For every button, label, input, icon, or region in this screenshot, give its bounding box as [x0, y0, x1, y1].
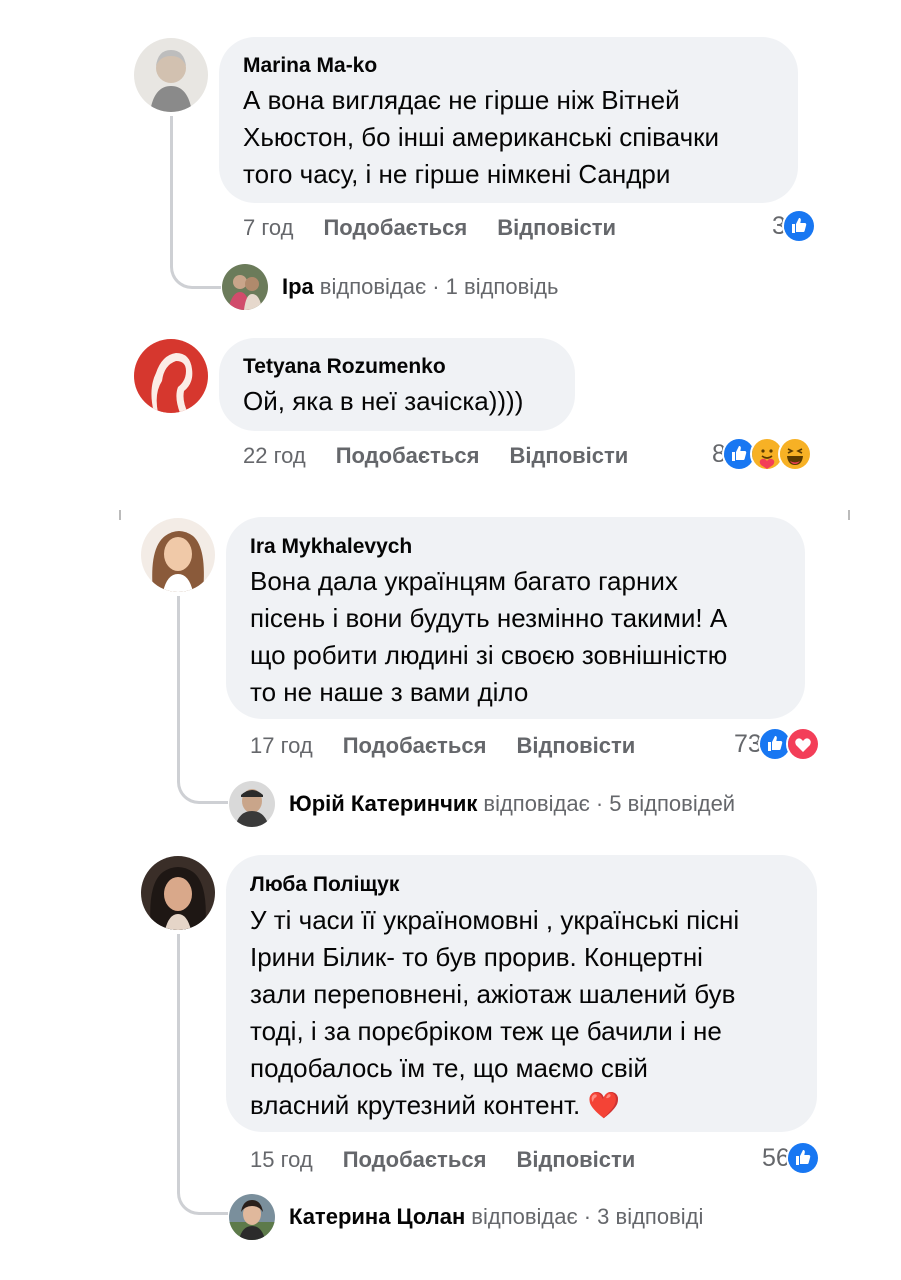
reply-thread-line [170, 116, 221, 289]
reply-summary[interactable]: Катерина Цолан відповідає · 3 відповіді [229, 1194, 703, 1240]
divider [119, 510, 121, 520]
reaction-count[interactable]: 3 [772, 209, 816, 243]
reply-count: · 1 відповідь [432, 274, 559, 299]
comment-author[interactable]: Tetyana Rozumenko [243, 355, 446, 379]
avatar [222, 264, 268, 310]
comment-author[interactable]: Люба Поліщук [250, 873, 399, 897]
comment-actions: 17 год Подобається Відповісти [250, 733, 635, 759]
avatar[interactable] [134, 339, 208, 413]
love-reaction-icon [785, 727, 820, 761]
divider [848, 510, 850, 520]
reply-button[interactable]: Відповісти [497, 215, 616, 240]
reply-verb: відповідає [471, 1204, 578, 1229]
reaction-count[interactable]: 73 [734, 727, 820, 761]
comment-time[interactable]: 7 год [243, 215, 293, 240]
comment-text: У ті часи її україномовні , українські п… [250, 905, 740, 1120]
reply-author: Катерина Цолан [289, 1204, 466, 1229]
like-reaction-icon [785, 1141, 820, 1175]
reply-button[interactable]: Відповісти [516, 733, 635, 758]
avatar[interactable] [141, 518, 215, 592]
reply-verb: відповідає [483, 791, 590, 816]
haha-reaction-icon [777, 437, 812, 471]
like-button[interactable]: Подобається [336, 443, 480, 468]
like-reaction-icon [781, 209, 816, 243]
reply-thread-line [177, 934, 228, 1215]
like-button[interactable]: Подобається [343, 1147, 487, 1172]
reply-summary[interactable]: Іра відповідає · 1 відповідь [222, 264, 558, 310]
comment-actions: 22 год Подобається Відповісти [243, 443, 628, 469]
reply-thread-line [177, 596, 228, 804]
avatar[interactable] [141, 856, 215, 930]
reaction-count[interactable]: 8 [712, 437, 812, 471]
comment-actions: 15 год Подобається Відповісти [250, 1147, 635, 1173]
like-button[interactable]: Подобається [323, 215, 467, 240]
like-button[interactable]: Подобається [343, 733, 487, 758]
reply-button[interactable]: Відповісти [509, 443, 628, 468]
avatar [229, 781, 275, 827]
reaction-count[interactable]: 56 [762, 1141, 820, 1175]
reply-count: · 3 відповіді [583, 1204, 704, 1229]
reply-count: · 5 відповідей [595, 791, 736, 816]
reply-author: Юрій Катеринчик [289, 791, 478, 816]
comment-author[interactable]: Marina Ma-ko [243, 54, 377, 78]
comment-text: Вона дала українцям багато гарних пісень… [250, 566, 728, 707]
reply-summary[interactable]: Юрій Катеринчик відповідає · 5 відповіде… [229, 781, 735, 827]
comment-time[interactable]: 17 год [250, 733, 313, 758]
comment-time[interactable]: 22 год [243, 443, 306, 468]
comment-text: Ой, яка в неї зачіска)))) [243, 386, 524, 416]
reply-author: Іра [282, 274, 314, 299]
comment-time[interactable]: 15 год [250, 1147, 313, 1172]
comment-text: А вона виглядає не гірше ніж Вітней Хьюс… [243, 85, 720, 189]
avatar[interactable] [134, 38, 208, 112]
reply-button[interactable]: Відповісти [516, 1147, 635, 1172]
comment-author[interactable]: Ira Mykhalevych [250, 535, 412, 559]
reply-verb: відповідає [319, 274, 427, 299]
comment-actions: 7 год Подобається Відповісти [243, 215, 616, 241]
avatar [229, 1194, 275, 1240]
